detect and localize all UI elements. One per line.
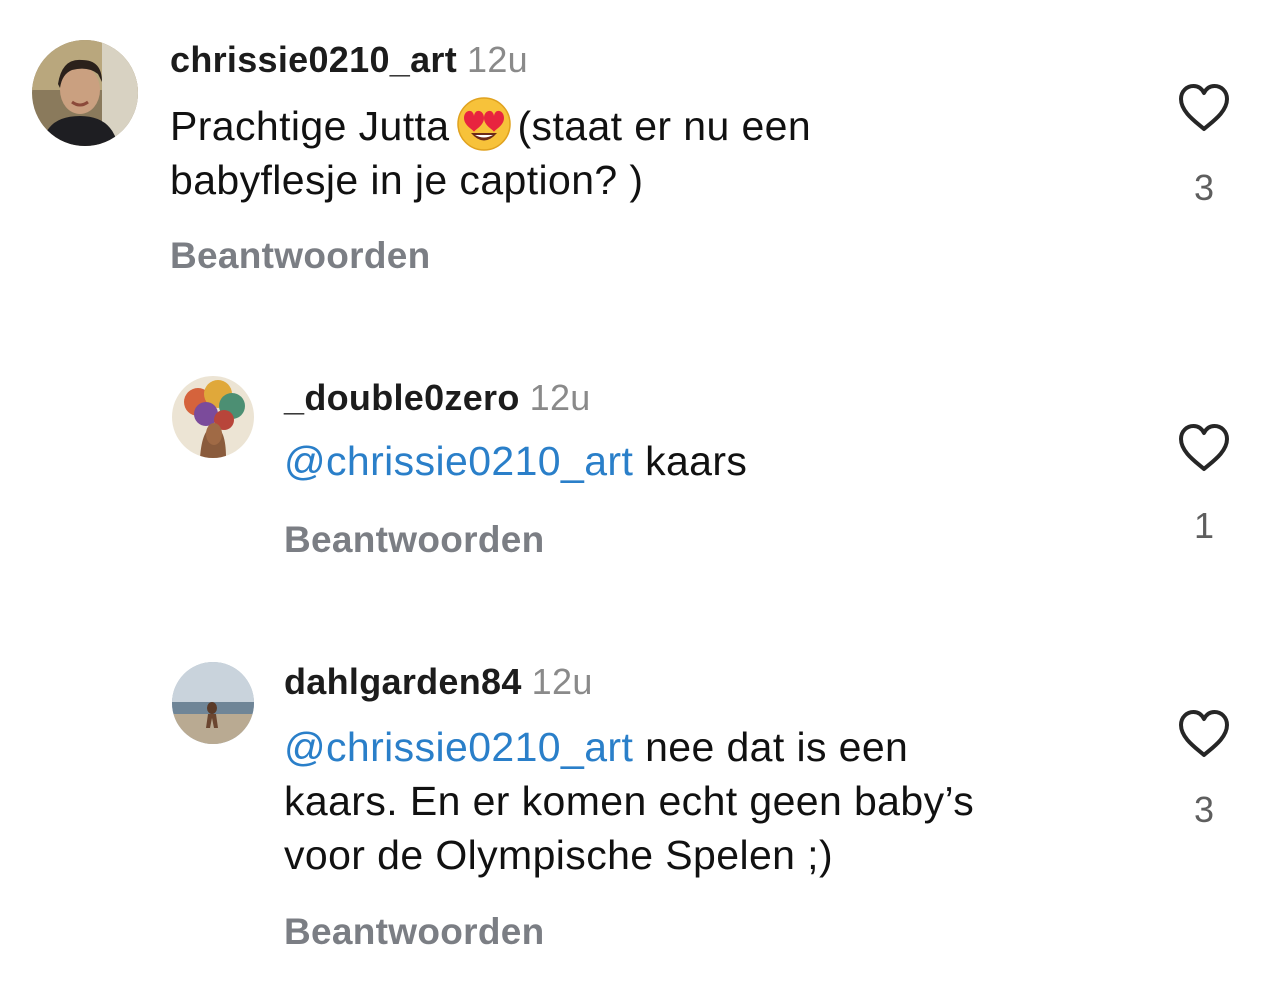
username[interactable]: chrissie0210_art: [170, 39, 457, 80]
timestamp: 12u: [467, 39, 528, 80]
comment-text-line: babyflesje in je caption? ): [170, 157, 644, 203]
mention-link[interactable]: @chrissie0210_art: [284, 724, 633, 770]
comment: dahlgarden84 12u @chrissie0210_art nee da…: [0, 600, 1280, 997]
reply-button[interactable]: Beantwoorden: [170, 234, 431, 278]
reply-button[interactable]: Beantwoorden: [284, 518, 545, 562]
comment-header: dahlgarden84 12u: [284, 660, 593, 704]
comment-text-part: nee dat is een: [645, 724, 909, 770]
heart-outline-icon: [1179, 710, 1229, 757]
avatar[interactable]: [172, 662, 254, 744]
comment: chrissie0210_art 12u Prachtige Jutta (sta…: [0, 0, 1280, 300]
comment-text-part: kaars: [645, 438, 748, 484]
comment-text-part: (staat er nu een: [517, 103, 812, 149]
heart-outline-icon: [1179, 84, 1229, 131]
like-button[interactable]: [1176, 708, 1232, 760]
heart-outline-icon: [1179, 424, 1229, 471]
comment-header: chrissie0210_art 12u: [170, 38, 528, 82]
comment-text-line: kaars. En er komen echt geen baby’s: [284, 778, 975, 824]
like-button[interactable]: [1176, 422, 1232, 474]
comment-text-line: voor de Olympische Spelen ;): [284, 832, 834, 878]
username[interactable]: dahlgarden84: [284, 661, 522, 702]
comment-header: _double0zero 12u: [284, 376, 591, 420]
username[interactable]: _double0zero: [284, 377, 520, 418]
reply-button[interactable]: Beantwoorden: [284, 910, 545, 954]
like-count: 3: [1193, 789, 1215, 830]
heart-eyes-emoji-icon: [456, 96, 512, 152]
like-count: 3: [1193, 167, 1215, 208]
mention-link[interactable]: @chrissie0210_art: [284, 438, 633, 484]
avatar[interactable]: [32, 40, 138, 146]
timestamp: 12u: [531, 661, 593, 702]
like-button[interactable]: [1176, 82, 1232, 134]
like-count: 1: [1193, 505, 1215, 546]
comment-text: @chrissie0210_art kaars: [284, 434, 1154, 488]
comment: _double0zero 12u @chrissie0210_art kaars …: [0, 300, 1280, 600]
comment-text: @chrissie0210_art nee dat is een kaars. …: [284, 720, 1154, 882]
timestamp: 12u: [529, 377, 591, 418]
comment-text: Prachtige Jutta (staat er nu een babyfle…: [170, 96, 1150, 207]
avatar[interactable]: [172, 376, 254, 458]
comment-text-part: Prachtige Jutta: [170, 103, 450, 149]
